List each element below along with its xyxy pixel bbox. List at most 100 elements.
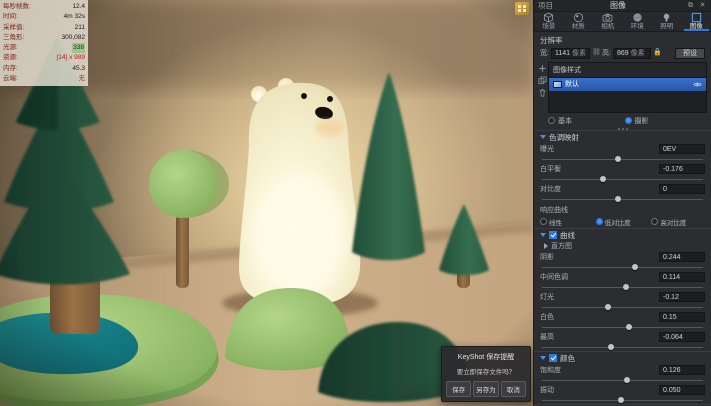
width-field[interactable]: 1141 像素 (550, 47, 591, 59)
lock-icon[interactable]: 🔒 (653, 49, 662, 57)
vibrance-field[interactable]: 0.050 (659, 385, 705, 395)
save-dialog: KeyShot 保存提醒 要立即保存文件吗？ 保存 另存为 取消 (441, 346, 531, 402)
tab-camera[interactable]: 相机 (593, 12, 623, 31)
style-toolbar (536, 62, 548, 113)
preset-button[interactable]: 预设 (675, 47, 705, 59)
slider-exposure: 曝光 0EV (534, 143, 711, 163)
highs-field[interactable]: -0.064 (659, 332, 705, 342)
saturation-field[interactable]: 0.126 (659, 365, 705, 375)
slider-midtones: 中间色调 0.114 (534, 271, 711, 291)
render-stats-overlay: 每秒帧数: 12.4 时间: 4m 32s 采样值: 211 三角形: 300,082 … (0, 0, 88, 87)
panel-titlebar: 项目 图像 ⧉ ✕ (534, 0, 711, 12)
slider-lights: 灯光 -0.12 (534, 291, 711, 311)
slider-handle[interactable] (622, 283, 629, 290)
white-balance-slider[interactable] (542, 175, 703, 183)
histogram-disclosure[interactable]: 直方图 (534, 241, 711, 251)
tab-material[interactable]: 材质 (564, 12, 594, 31)
whites-field[interactable]: 0.15 (659, 312, 705, 322)
color-checkbox[interactable] (549, 354, 557, 362)
slider-saturation: 饱和度 0.126 (534, 364, 711, 384)
stat-row: 资源: [14] x 989 (3, 54, 85, 62)
slider-vibrance: 振动 0.050 (534, 384, 711, 404)
render-viewport[interactable]: 每秒帧数: 12.4 时间: 4m 32s 采样值: 211 三角形: 300,082 … (0, 0, 533, 406)
resolution-header: 分辨率 (540, 35, 563, 45)
curve-checkbox[interactable] (549, 231, 557, 239)
link-icon[interactable]: ⛓ (592, 49, 601, 57)
midtones-field[interactable]: 0.114 (659, 272, 705, 282)
exposure-slider[interactable] (542, 155, 703, 163)
tab-environment[interactable]: 环境 (623, 12, 653, 31)
height-field[interactable]: 869 像素 (612, 47, 651, 59)
mode-photographic[interactable]: 摄影 (624, 116, 698, 126)
radio-icon (651, 218, 659, 225)
slider-handle[interactable] (600, 175, 607, 182)
slider-whites: 白色 0.15 (534, 311, 711, 331)
midtones-slider[interactable] (542, 283, 703, 291)
whites-slider[interactable] (542, 323, 703, 331)
slider-handle[interactable] (624, 376, 631, 383)
white-balance-field[interactable]: -0.176 (659, 164, 705, 174)
chevron-down-icon (540, 135, 546, 139)
delete-style-icon[interactable] (538, 88, 547, 97)
contrast-field[interactable]: 0 (659, 184, 705, 194)
curve-section-header[interactable]: 曲线 (534, 227, 711, 241)
lights-field[interactable]: -0.12 (659, 292, 705, 302)
undock-icon[interactable]: ⧉ (686, 1, 695, 10)
tone-mapping-section-header[interactable]: 色调映射 (534, 129, 711, 143)
slider-handle[interactable] (617, 396, 624, 403)
style-thumbnail (553, 80, 562, 88)
saturation-slider[interactable] (542, 376, 703, 384)
library-float-icon[interactable] (515, 2, 529, 15)
cube-icon (544, 12, 554, 23)
stat-row: 内存: 45.3 (3, 64, 85, 72)
chevron-down-icon (540, 356, 546, 360)
stat-row: 云端: 无 (3, 74, 85, 82)
slider-handle[interactable] (608, 343, 615, 350)
color-section-header[interactable]: 颜色 (534, 350, 711, 364)
slider-handle[interactable] (625, 323, 632, 330)
slider-handle[interactable] (614, 155, 621, 162)
panel-label-project: 项目 (538, 1, 553, 10)
rc-linear[interactable]: 线性 (540, 217, 594, 227)
eye-icon[interactable] (693, 80, 702, 89)
shadows-field[interactable]: 0.244 (659, 252, 705, 262)
add-style-icon[interactable] (538, 64, 547, 73)
stat-row: 每秒帧数: 12.4 (3, 3, 85, 10)
mode-basic[interactable]: 基本 (548, 116, 621, 126)
panel-title: 图像 (610, 1, 626, 10)
lights-slider[interactable] (542, 303, 703, 311)
bulb-icon (664, 13, 670, 22)
close-icon[interactable]: ✕ (698, 1, 707, 10)
stat-row: 三角形: 300,082 (3, 33, 85, 41)
shadows-slider[interactable] (542, 263, 703, 271)
exposure-field[interactable]: 0EV (659, 144, 705, 154)
response-curve-options: 线性 低对比度 高对比度 (534, 215, 711, 228)
save-as-button[interactable]: 另存为 (473, 381, 499, 397)
highs-slider[interactable] (542, 343, 703, 351)
slider-contrast: 对比度 0 (534, 183, 711, 203)
cancel-button[interactable]: 取消 (500, 381, 526, 397)
width-label: 宽: (540, 50, 549, 57)
duplicate-style-icon[interactable] (537, 75, 547, 85)
slider-handle[interactable] (614, 195, 621, 202)
tab-lighting[interactable]: 照明 (652, 12, 682, 31)
save-button[interactable]: 保存 (446, 381, 472, 397)
rc-high-contrast[interactable]: 高对比度 (651, 217, 705, 227)
tab-image[interactable]: 图像 (682, 12, 711, 31)
slider-handle[interactable] (605, 303, 611, 310)
chevron-down-icon (540, 233, 546, 237)
style-item-default[interactable]: 默认 (549, 77, 706, 91)
radio-icon (540, 218, 547, 225)
rc-low-contrast[interactable]: 低对比度 (595, 217, 650, 227)
chevron-right-icon (544, 242, 548, 249)
style-mode-row: 基本 摄影 (534, 113, 711, 128)
vibrance-slider[interactable] (542, 396, 703, 404)
contrast-slider[interactable] (542, 195, 703, 203)
sphere-icon (573, 12, 583, 23)
keyshot-window: 每秒帧数: 12.4 时间: 4m 32s 采样值: 211 三角形: 300,082 … (0, 0, 711, 406)
slider-handle[interactable] (632, 263, 639, 270)
radio-icon (595, 218, 603, 225)
image-style-header: 图像样式 (549, 62, 706, 78)
image-icon (691, 12, 701, 23)
tab-scene[interactable]: 场景 (534, 12, 564, 31)
